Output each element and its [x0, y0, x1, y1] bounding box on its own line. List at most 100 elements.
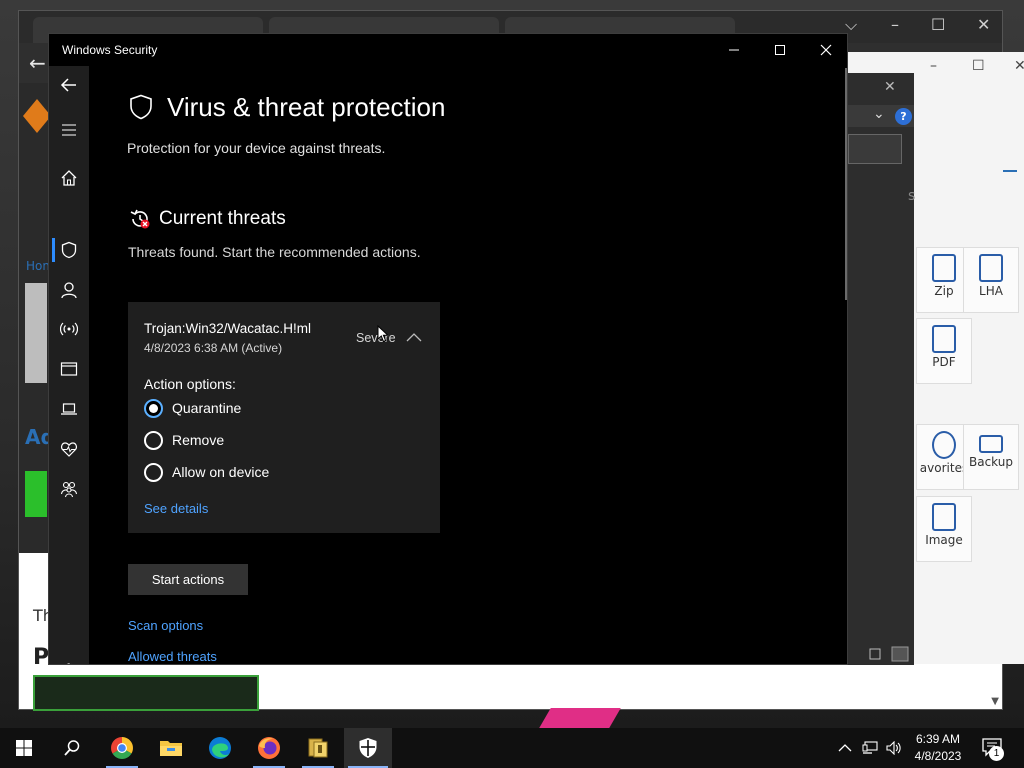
nav-device-security[interactable] — [49, 391, 89, 427]
close-icon — [820, 44, 832, 56]
menu-icon — [62, 124, 76, 136]
navigation-rail — [49, 66, 89, 664]
threat-card: Trojan:Win32/Wacatac.H!ml 4/8/2023 6:38 … — [128, 302, 440, 533]
backup-tile[interactable]: Backup — [963, 424, 1019, 490]
chevron-up-icon[interactable] — [838, 743, 852, 753]
taskbar: 6:39 AM 4/8/2023 1 — [0, 728, 1024, 768]
option-allow-on-device[interactable]: Allow on device — [144, 461, 269, 483]
minimize-button[interactable] — [711, 34, 757, 66]
page-title: Virus & threat protection — [167, 92, 446, 122]
start-button[interactable] — [0, 728, 48, 768]
option-remove[interactable]: Remove — [144, 429, 224, 451]
drive-icon — [979, 435, 1003, 453]
taskbar-archiver[interactable] — [294, 728, 342, 768]
maximize-icon[interactable]: ☐ — [972, 58, 985, 74]
radio-button-selected[interactable] — [144, 398, 163, 418]
taskbar-file-explorer[interactable] — [147, 728, 195, 768]
chrome-icon — [111, 737, 133, 759]
system-clock[interactable]: 6:39 AM 4/8/2023 — [906, 731, 970, 765]
back-button[interactable] — [49, 67, 89, 103]
windows-security-icon — [359, 738, 377, 758]
option-label: Allow on device — [172, 464, 270, 480]
page-subheading: P — [33, 645, 50, 670]
taskbar-firefox[interactable] — [245, 728, 293, 768]
see-details-link[interactable]: See details — [144, 501, 208, 516]
nav-firewall[interactable] — [49, 311, 89, 347]
pdf-icon — [932, 325, 956, 353]
minimize-icon[interactable]: – — [930, 58, 937, 74]
taskbar-chrome[interactable] — [98, 728, 146, 768]
scrollbar[interactable] — [845, 68, 847, 300]
scan-options-link[interactable]: Scan options — [128, 618, 203, 633]
search-button[interactable] — [48, 728, 96, 768]
taskbar-edge[interactable] — [196, 728, 244, 768]
home-icon — [61, 170, 77, 186]
page-thumbnail[interactable] — [33, 675, 259, 711]
archiver-input[interactable] — [848, 134, 902, 164]
star-icon — [932, 431, 956, 459]
shield-icon — [61, 241, 77, 259]
windows-security-window: Windows Security Virus & threat protecti… — [48, 33, 848, 665]
help-icon[interactable]: ? — [895, 108, 912, 125]
title-bar[interactable]: Windows Security — [49, 34, 847, 66]
current-threats-description: Threats found. Start the recommended act… — [128, 244, 421, 260]
nav-family-options[interactable] — [49, 471, 89, 507]
minimize-icon[interactable]: – — [891, 15, 899, 34]
start-icon — [16, 740, 32, 756]
maximize-icon[interactable]: ☐ — [931, 15, 945, 34]
nav-app-browser-control[interactable] — [49, 351, 89, 387]
network-icon[interactable] — [862, 741, 878, 755]
start-actions-button[interactable]: Start actions — [128, 564, 248, 595]
allowed-threats-link[interactable]: Allowed threats — [128, 649, 217, 664]
maximize-button[interactable] — [757, 34, 803, 66]
threat-date: 4/8/2023 6:38 AM (Active) — [144, 341, 283, 355]
close-icon[interactable]: ✕ — [1014, 58, 1024, 74]
option-label: Remove — [172, 432, 225, 448]
radio-button[interactable] — [144, 430, 163, 450]
main-content: Virus & threat protection Protection for… — [89, 66, 847, 664]
threat-name: Trojan:Win32/Wacatac.H!ml — [144, 321, 312, 336]
taskbar-windows-security[interactable] — [344, 728, 392, 768]
account-icon — [61, 282, 77, 299]
app-browser-icon — [60, 362, 78, 376]
nav-virus-protection[interactable] — [49, 232, 89, 268]
chevron-down-icon[interactable]: ⌵ — [845, 15, 857, 35]
nav-device-health[interactable] — [49, 431, 89, 467]
option-quarantine[interactable]: Quarantine — [144, 397, 241, 419]
view-toggle-icon[interactable] — [868, 645, 912, 663]
close-icon[interactable]: ✕ — [884, 79, 896, 95]
file-explorer-icon — [160, 741, 182, 756]
divider — [1003, 170, 1017, 172]
clock-time: 6:39 AM — [915, 732, 961, 746]
firewall-icon — [60, 322, 78, 336]
chevron-up-icon[interactable] — [406, 332, 422, 342]
nav-account-protection[interactable] — [49, 272, 89, 308]
lha-tile[interactable]: LHA — [963, 247, 1019, 313]
volume-icon[interactable] — [886, 741, 902, 755]
settings-icon — [66, 663, 72, 664]
window-title: Windows Security — [62, 43, 158, 57]
image-tile[interactable]: Image — [916, 496, 972, 562]
scroll-down-icon[interactable]: ▼ — [991, 696, 999, 707]
system-tray — [838, 728, 902, 768]
page-download-button[interactable] — [25, 471, 47, 517]
chevron-down-icon[interactable]: ⌄ — [873, 106, 885, 122]
desktop-decoration — [539, 708, 621, 728]
mouse-cursor-icon — [377, 325, 389, 343]
nav-home[interactable] — [49, 160, 89, 196]
family-icon — [60, 481, 78, 498]
lha-icon — [979, 254, 1003, 282]
pdf-tile[interactable]: PDF — [916, 318, 972, 384]
page-subtitle: Protection for your device against threa… — [127, 140, 386, 156]
back-icon — [60, 78, 76, 92]
clock-date: 4/8/2023 — [914, 749, 962, 763]
close-icon[interactable]: ✕ — [977, 15, 990, 34]
back-arrow-icon[interactable]: ← — [29, 51, 46, 75]
firefox-icon — [258, 737, 280, 759]
nav-settings[interactable] — [49, 652, 89, 664]
search-icon — [64, 740, 80, 756]
close-button[interactable] — [803, 34, 847, 66]
menu-button[interactable] — [49, 112, 89, 148]
radio-button[interactable] — [144, 462, 163, 482]
minimize-icon — [729, 49, 739, 51]
